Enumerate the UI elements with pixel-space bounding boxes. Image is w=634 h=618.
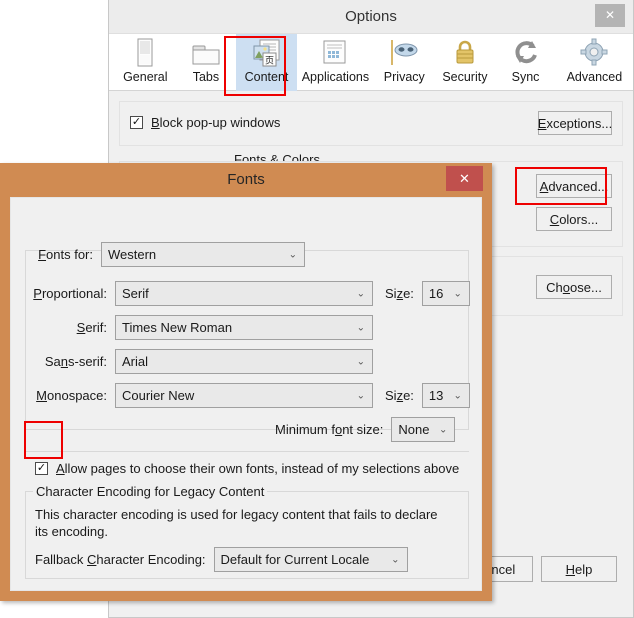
fonts-dialog: Fonts ✕ Fonts for: Western ⌄ Proportiona… <box>0 163 492 601</box>
chevron-down-icon: ⌄ <box>356 390 365 401</box>
tab-applications-label: Applications <box>301 70 370 84</box>
security-lock-icon <box>452 37 478 69</box>
applications-icon <box>320 37 350 69</box>
monospace-size-combo[interactable]: 13 ⌄ <box>421 383 470 408</box>
tab-applications[interactable]: Applications <box>297 34 374 91</box>
minimum-font-size-combo[interactable]: None ⌄ <box>391 417 456 442</box>
advanced-gear-icon <box>579 37 609 69</box>
tab-tabs[interactable]: Tabs <box>176 34 237 91</box>
fonts-for-combo[interactable]: Western ⌄ <box>101 242 305 267</box>
allow-pages-row[interactable]: ✓ Allow pages to choose their own fonts,… <box>35 461 459 476</box>
monospace-size-label: Size: <box>385 388 414 403</box>
serif-label: Serif: <box>76 320 107 335</box>
popups-group: ✓ Block pop-up windows Exceptions... <box>119 101 623 146</box>
tab-general-label: General <box>123 70 168 84</box>
proportional-combo[interactable]: Serif ⌄ <box>115 281 373 306</box>
chevron-down-icon: ⌄ <box>453 288 462 299</box>
chevron-down-icon: ⌄ <box>453 390 462 401</box>
proportional-size-label: Size: <box>385 286 414 301</box>
minimum-font-size-row: Minimum font size: None ⌄ <box>275 417 456 442</box>
options-help-button[interactable]: Help <box>541 556 617 582</box>
monospace-label: Monospace: <box>36 388 107 403</box>
legacy-encoding-group-title: Character Encoding for Legacy Content <box>33 484 268 499</box>
divider <box>25 451 469 452</box>
advanced-button[interactable]: Advanced... <box>536 174 612 198</box>
options-help-label: Help <box>565 561 593 577</box>
fallback-encoding-label: Fallback Character Encoding: <box>35 552 206 567</box>
tab-security[interactable]: Security <box>435 34 496 91</box>
sans-serif-value: Arial <box>122 354 149 369</box>
close-icon[interactable]: ✕ <box>446 166 483 191</box>
block-popups-label: Block pop-up windows <box>151 115 281 130</box>
fonts-dialog-title: Fonts <box>227 171 265 188</box>
proportional-row: Proportional: Serif ⌄ Size: 16 ⌄ <box>25 281 470 306</box>
sans-serif-row: Sans-serif: Arial ⌄ <box>25 349 373 374</box>
fonts-dialog-titlebar: Fonts ✕ <box>0 163 492 197</box>
exceptions-button[interactable]: Exceptions... <box>538 111 612 135</box>
proportional-value: Serif <box>122 286 149 301</box>
chevron-down-icon: ⌄ <box>391 554 400 565</box>
serif-row: Serif: Times New Roman ⌄ <box>25 315 373 340</box>
screenshot-root: Options ✕ General Tabs 页 Content Applica… <box>0 0 634 618</box>
privacy-mask-icon <box>388 37 420 69</box>
options-toolbar: General Tabs 页 Content Applications Priv… <box>109 34 633 91</box>
minimum-font-size-label: Minimum font size: <box>275 422 384 437</box>
options-window-title: Options <box>345 8 397 25</box>
minimum-font-size-value: None <box>398 422 430 437</box>
chevron-down-icon: ⌄ <box>438 424 448 435</box>
tab-sync-label: Sync <box>511 70 540 84</box>
fonts-for-row: Fonts for: Western ⌄ <box>35 242 305 267</box>
monospace-size-value: 13 <box>428 388 444 403</box>
serif-value: Times New Roman <box>122 320 233 335</box>
general-icon <box>132 37 158 69</box>
proportional-size-combo[interactable]: 16 ⌄ <box>421 281 470 306</box>
choose-button[interactable]: Ch o ose... <box>536 275 612 299</box>
proportional-size-value: 16 <box>428 286 444 301</box>
tab-security-label: Security <box>442 70 488 84</box>
tab-content-label: Content <box>244 70 289 84</box>
tabs-icon <box>191 37 221 69</box>
allow-pages-label: Allow pages to choose their own fonts, i… <box>56 461 460 476</box>
chevron-down-icon: ⌄ <box>288 249 297 260</box>
sans-serif-combo[interactable]: Arial ⌄ <box>115 349 373 374</box>
tab-privacy-label: Privacy <box>383 70 425 84</box>
fallback-encoding-row: Fallback Character Encoding: Default for… <box>35 547 408 572</box>
proportional-label: Proportional: <box>33 286 107 301</box>
sans-serif-label: Sans-serif: <box>44 354 107 369</box>
fonts-for-value: Western <box>108 247 157 262</box>
colors-button[interactable]: Colors... <box>536 207 612 231</box>
tab-privacy[interactable]: Privacy <box>374 34 435 91</box>
fonts-dialog-body: Fonts for: Western ⌄ Proportional: Serif… <box>10 197 482 591</box>
tab-general[interactable]: General <box>115 34 176 91</box>
close-icon[interactable]: ✕ <box>595 4 625 27</box>
serif-combo[interactable]: Times New Roman ⌄ <box>115 315 373 340</box>
chevron-down-icon: ⌄ <box>356 356 365 367</box>
tab-tabs-label: Tabs <box>192 70 220 84</box>
sync-arrows-icon <box>512 37 540 69</box>
tab-advanced-label: Advanced <box>566 70 623 84</box>
fonts-for-label: Fonts for: <box>38 247 93 262</box>
tab-advanced[interactable]: Advanced <box>556 34 633 91</box>
legacy-encoding-description: This character encoding is used for lega… <box>35 507 438 539</box>
svg-text:页: 页 <box>265 56 274 67</box>
content-icon: 页 <box>251 37 283 69</box>
fallback-encoding-value: Default for Current Locale <box>220 552 370 567</box>
tab-content[interactable]: 页 Content <box>236 34 297 91</box>
chevron-down-icon: ⌄ <box>356 288 365 299</box>
chevron-down-icon: ⌄ <box>356 322 365 333</box>
fallback-encoding-combo[interactable]: Default for Current Locale ⌄ <box>213 547 408 572</box>
allow-pages-checkbox[interactable]: ✓ <box>35 462 48 475</box>
tab-sync[interactable]: Sync <box>495 34 556 91</box>
block-popups-checkbox[interactable]: ✓ <box>130 116 143 129</box>
monospace-row: Monospace: Courier New ⌄ Size: 13 ⌄ <box>25 383 470 408</box>
monospace-combo[interactable]: Courier New ⌄ <box>115 383 373 408</box>
block-popups-row[interactable]: ✓ Block pop-up windows <box>130 115 280 130</box>
monospace-value: Courier New <box>122 388 195 403</box>
options-titlebar: Options ✕ <box>109 0 633 34</box>
